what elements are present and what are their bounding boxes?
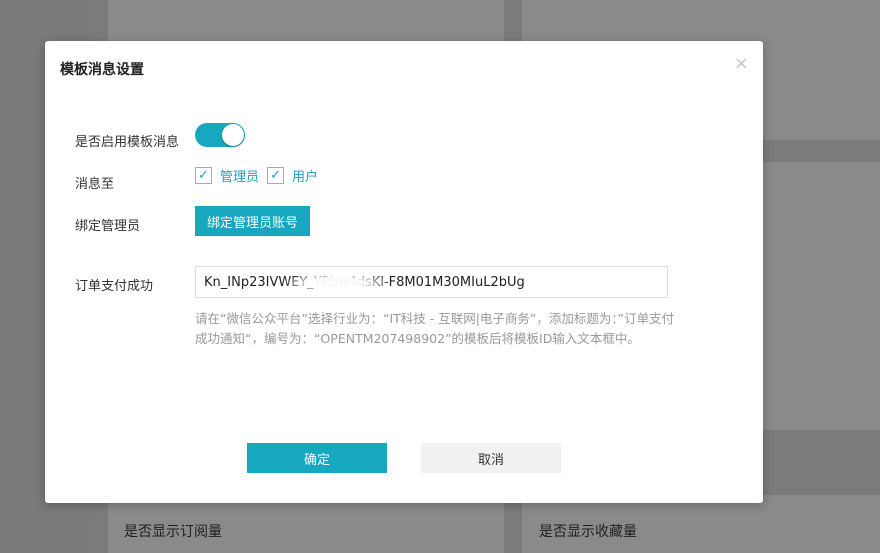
order-paid-template-id-input[interactable] [195,266,668,298]
checkbox-admin-label: 管理员 [220,170,260,185]
checkbox-user[interactable]: ✓ 用户 [267,166,318,185]
notify-checkbox-group: ✓ 管理员 ✓ 用户 [195,166,326,185]
close-icon[interactable]: × [734,55,749,73]
bind-admin-label: 绑定管理员 [75,219,141,234]
bind-admin-account-button[interactable]: 绑定管理员账号 [195,206,310,236]
checkbox-user-label: 用户 [292,170,319,185]
cancel-button[interactable]: 取消 [421,443,561,473]
enable-template-toggle[interactable] [195,123,245,147]
toggle-knob [222,124,244,146]
check-icon: ✓ [195,167,212,184]
notify-to-label: 消息至 [75,177,115,192]
background-card-label: 是否显示收藏量 [539,524,637,540]
dialog-title: 模板消息设置 [60,62,144,78]
background-card-label: 是否显示订阅量 [124,524,222,540]
enable-template-label: 是否启用模板消息 [75,135,180,150]
checkbox-admin[interactable]: ✓ 管理员 [195,166,259,185]
check-icon: ✓ [267,167,285,184]
order-paid-label: 订单支付成功 [75,279,154,294]
help-text: 请在“微信公众平台”选择行业为：“IT科技 - 互联网|电子商务”，添加标题为：… [195,311,675,346]
template-message-dialog: 模板消息设置 × 是否启用模板消息 消息至 ✓ 管理员 ✓ 用户 绑定管理员 绑… [45,41,763,503]
confirm-button[interactable]: 确定 [247,443,387,473]
